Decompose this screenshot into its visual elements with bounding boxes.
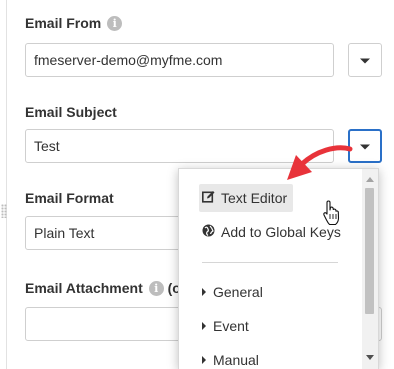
hand-cursor-icon bbox=[323, 200, 340, 226]
annotation-arrow-icon bbox=[287, 145, 353, 180]
